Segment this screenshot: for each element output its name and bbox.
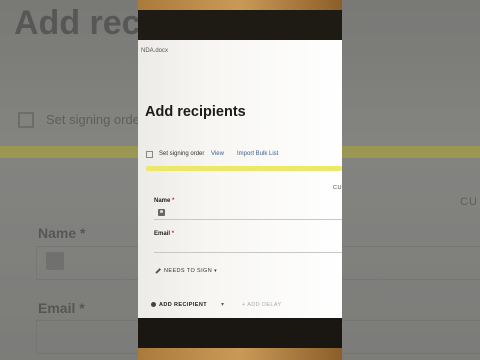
signing-order-label[interactable]: Set signing order <box>159 151 204 157</box>
add-recipient-label: ADD RECIPIENT <box>159 302 207 308</box>
add-recipient-button[interactable]: ADD RECIPIENT <box>151 302 207 308</box>
role-dropdown[interactable]: NEEDS TO SIGN ▾ <box>155 267 218 274</box>
contact-icon[interactable] <box>158 209 165 216</box>
add-user-icon <box>151 302 156 308</box>
role-label: NEEDS TO SIGN <box>164 268 213 274</box>
pen-icon <box>155 267 161 274</box>
required-asterisk: * <box>172 198 175 204</box>
phone-screen: NDA.docx Add recipients Set signing orde… <box>138 40 342 318</box>
cu-label[interactable]: CU <box>333 185 342 191</box>
signing-order-checkbox[interactable] <box>146 151 153 158</box>
highlight-marker <box>146 166 342 171</box>
import-bulk-list-link[interactable]: Import Bulk List <box>237 151 278 157</box>
add-delay-button[interactable]: + ADD DELAY <box>242 302 282 308</box>
view-link[interactable]: View <box>211 151 224 157</box>
action-bar: ADD RECIPIENT ▾ + ADD DELAY <box>138 292 342 318</box>
wood-surface <box>138 348 342 360</box>
name-field-label: Name * <box>154 198 175 204</box>
page-title: Add recipients <box>145 104 246 120</box>
add-recipient-menu-button[interactable]: ▾ <box>221 301 224 308</box>
name-input[interactable] <box>154 207 342 220</box>
email-input[interactable] <box>154 240 342 253</box>
wood-surface <box>138 0 342 10</box>
chevron-down-icon: ▾ <box>214 268 218 274</box>
phone-top-bezel <box>138 0 342 40</box>
document-name: NDA.docx <box>141 48 169 54</box>
phone-bottom-bezel <box>138 318 342 360</box>
email-field-label: Email * <box>154 231 175 237</box>
required-asterisk: * <box>171 231 175 237</box>
